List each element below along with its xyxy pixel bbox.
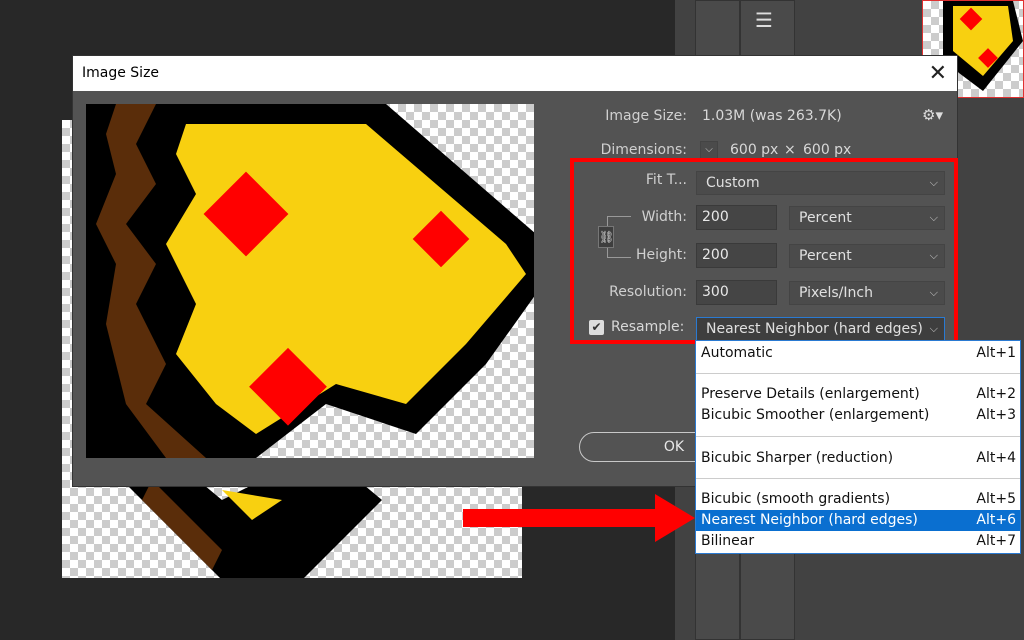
gear-icon[interactable]: ⚙▾ [922,106,943,124]
menu-divider [696,478,1020,479]
dimensions-height: 600 px [803,142,852,158]
menu-item-preserve-details[interactable]: Preserve Details (enlargement) Alt+2 [696,384,1020,405]
menu-item-automatic[interactable]: Automatic Alt+1 [696,343,1020,364]
menu-divider [696,436,1020,437]
image-size-value: 1.03M (was 263.7K) [702,108,842,124]
preview-artwork [86,104,534,458]
close-icon[interactable]: ✕ [929,56,947,91]
dialog-title-bar: Image Size ✕ [73,56,957,91]
adjustments-icon[interactable]: ☰ [755,8,773,32]
resample-dropdown-menu: Automatic Alt+1 Preserve Details (enlarge… [695,340,1021,554]
menu-item-bilinear[interactable]: Bilinear Alt+7 [696,531,1020,552]
dimensions-units-dropdown[interactable]: ⌵ [700,141,718,159]
menu-item-nearest-neighbor[interactable]: Nearest Neighbor (hard edges) Alt+6 [696,510,1020,531]
image-preview[interactable] [86,104,534,458]
dimensions-width: 600 px [730,142,779,158]
highlight-box [570,158,958,344]
menu-item-bicubic-smoother[interactable]: Bicubic Smoother (enlargement) Alt+3 [696,405,1020,426]
dimensions-label: Dimensions: [600,142,687,158]
image-size-label: Image Size: [605,108,687,124]
arrow-annotation-icon [463,494,695,542]
menu-item-bicubic[interactable]: Bicubic (smooth gradients) Alt+5 [696,489,1020,510]
dialog-title: Image Size [82,65,160,81]
menu-divider [696,373,1020,374]
menu-item-bicubic-sharper[interactable]: Bicubic Sharper (reduction) Alt+4 [696,448,1020,469]
dimensions-times: × [784,142,796,158]
